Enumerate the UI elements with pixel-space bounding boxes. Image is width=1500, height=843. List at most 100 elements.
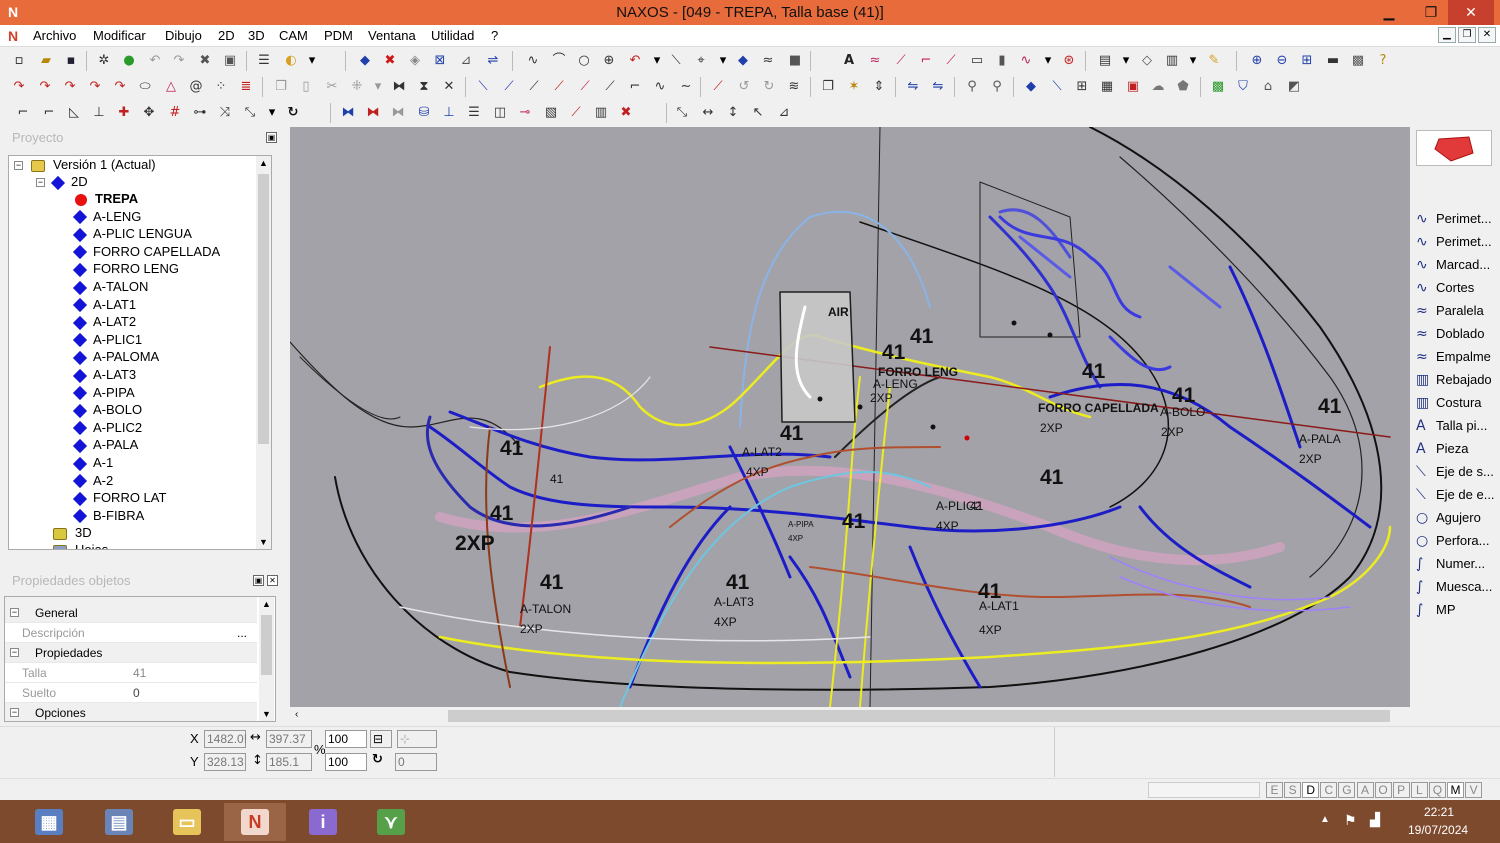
table-icon[interactable]: ▦ [1098, 78, 1116, 96]
columns-dropdown-icon[interactable]: ▾ [1184, 52, 1202, 70]
tree-item-a-lat1[interactable]: A-LAT1 [72, 296, 136, 313]
frame-icon[interactable]: ⊠ [431, 52, 449, 70]
stamp-icon[interactable]: ▮ [993, 52, 1011, 70]
export-dropdown-icon[interactable]: ▾ [1117, 52, 1135, 70]
width-field[interactable]: 397.37 [266, 730, 312, 748]
palette-icon[interactable]: ◐ [282, 52, 300, 70]
expand-version-icon[interactable]: − [14, 161, 23, 170]
circle-icon[interactable]: ○ [575, 52, 593, 70]
h-scroll-left-icon[interactable]: ‹ [295, 709, 298, 720]
line-tool-4-icon[interactable]: ⟋ [550, 78, 568, 96]
menu-2d[interactable]: 2D [218, 28, 235, 43]
array-icon[interactable]: ⁜ [348, 78, 366, 96]
rotate-right-icon[interactable]: ↻ [760, 78, 778, 96]
tool-agujero-button[interactable]: ○ Agujero [1416, 507, 1500, 529]
open-folder-icon[interactable]: ▰ [37, 52, 55, 70]
line-tool-icon[interactable]: ⟍ [474, 78, 492, 96]
image-icon[interactable]: ▩ [1209, 78, 1227, 96]
array-dropdown-icon[interactable]: ▾ [369, 78, 387, 96]
props-scroll-up-icon[interactable]: ▲ [262, 599, 271, 609]
offset-icon[interactable]: ❐ [819, 78, 837, 96]
ellipse-icon[interactable]: ⬭ [136, 78, 154, 96]
wave-icon[interactable]: ∿ [1017, 52, 1035, 70]
dimension-icon[interactable]: ⊥ [90, 104, 108, 122]
section-general[interactable]: − General [5, 603, 257, 623]
palette-dropdown-icon[interactable]: ▾ [303, 52, 321, 70]
anchor-icon[interactable]: ⊥ [440, 104, 458, 122]
tool-muesca-button[interactable]: ∫ Muesca... [1416, 576, 1500, 598]
status-flag-s[interactable]: S [1284, 782, 1302, 798]
status-flag-c[interactable]: C [1320, 782, 1338, 798]
spiral-icon[interactable]: @ [187, 78, 205, 96]
split-icon[interactable]: ⟋ [709, 78, 727, 96]
tree-item-forro-leng[interactable]: FORRO LENG [72, 260, 179, 278]
tree-item-forro-capellada[interactable]: FORRO CAPELLADA [72, 243, 220, 260]
rotate-left-icon[interactable]: ↺ [735, 78, 753, 96]
arc-tool-icon[interactable]: ↷ [10, 78, 28, 96]
menu-utilidad[interactable]: Utilidad [431, 28, 474, 43]
tree-item-a-bolo[interactable]: A-BOLO [72, 401, 142, 418]
hatch-icon[interactable]: ≣ [237, 78, 255, 96]
tool-costura-button[interactable]: ▥ Costura [1416, 392, 1500, 414]
undo-icon[interactable]: ↶ [146, 52, 164, 70]
zoom-in-icon[interactable]: ⊕ [1248, 52, 1266, 70]
expand-2d-icon[interactable]: − [36, 178, 45, 187]
arc-tool-3-icon[interactable]: ↷ [61, 78, 79, 96]
menu-help[interactable]: ? [491, 28, 498, 43]
canvas-h-scrollbar[interactable]: ‹ [290, 707, 1410, 725]
corner-tool-2-icon[interactable]: ⌐ [40, 104, 58, 122]
tree-item-a-plic1[interactable]: A-PLIC1 [72, 331, 142, 348]
line-icon[interactable]: ⟍ [667, 52, 685, 70]
mdi-minimize-button[interactable]: ▁ [1438, 27, 1456, 43]
bars-icon[interactable]: ☰ [465, 104, 483, 122]
remove-icon[interactable]: ✖ [617, 104, 635, 122]
export-icon[interactable]: ▤ [1096, 52, 1114, 70]
refresh-icon[interactable]: ↻ [284, 104, 302, 122]
line-tool-2-icon[interactable]: ⟋ [500, 78, 518, 96]
join-2-icon[interactable]: ⇋ [929, 78, 947, 96]
flag-icon[interactable]: ⚑ [1344, 812, 1357, 829]
tree-node-hojas[interactable]: Hojas [53, 541, 108, 549]
search-icon[interactable]: ⚲ [963, 78, 981, 96]
group-icon[interactable]: ◈ [406, 52, 424, 70]
link-icon[interactable]: ⇌ [484, 52, 502, 70]
drawing-canvas[interactable]: 41 41 41 41 41 FORRO LENG A-LENG 2XP FORRO CAPEL… [290, 127, 1410, 707]
piece-icon[interactable]: ◩ [1285, 78, 1303, 96]
clock-date[interactable]: 19/07/2024 [1408, 823, 1468, 837]
mdi-close-button[interactable]: ✕ [1478, 27, 1496, 43]
graph-icon[interactable]: ▧ [542, 104, 560, 122]
corner-icon[interactable]: ⌐ [917, 52, 935, 70]
print-icon[interactable]: ▩ [1349, 52, 1367, 70]
align-icon[interactable]: ⊞ [1073, 78, 1091, 96]
talla-row[interactable]: Talla 41 [5, 663, 257, 683]
text-tool-icon[interactable]: A [840, 52, 858, 70]
explode-icon[interactable]: ✕ [440, 78, 458, 96]
line-tool-6-icon[interactable]: ⟋ [601, 78, 619, 96]
settings-gear-icon[interactable]: ✲ [95, 52, 113, 70]
properties-icon[interactable]: ▣ [221, 52, 239, 70]
properties-scrollbar[interactable]: ▲ ▼ [259, 597, 274, 721]
line-tool-3-icon[interactable]: ⟋ [525, 78, 543, 96]
deselect-icon[interactable]: ✖ [381, 52, 399, 70]
tree-item-a-plic2[interactable]: A-PLIC2 [72, 419, 142, 436]
tree-item-trepa[interactable]: TREPA [75, 190, 138, 207]
polyline-icon[interactable]: ⌐ [626, 78, 644, 96]
database-icon[interactable]: ⛁ [415, 104, 433, 122]
tool-cortes-button[interactable]: ∿ Cortes [1416, 277, 1500, 299]
link-nodes-icon[interactable]: ⊸ [516, 104, 534, 122]
menu-archivo[interactable]: Archivo [33, 28, 76, 43]
tool-pieza-button[interactable]: A Pieza [1416, 438, 1500, 460]
arc-tool-5-icon[interactable]: ↷ [111, 78, 129, 96]
wave-tool-icon[interactable]: ∼ [677, 78, 695, 96]
diagonal-icon[interactable]: ⟋ [892, 52, 910, 70]
naxos-app-button[interactable]: N [224, 803, 286, 841]
tool-eje-de-s-button[interactable]: ⟍ Eje de s... [1416, 461, 1500, 483]
save-icon[interactable]: ▪ [62, 52, 80, 70]
tool-perfora-button[interactable]: ○ Perfora... [1416, 530, 1500, 552]
menu-modificar[interactable]: Modificar [93, 28, 146, 43]
cross-icon[interactable]: ✚ [115, 104, 133, 122]
target-icon[interactable]: ⊛ [1060, 52, 1078, 70]
tool-talla-pi-button[interactable]: A Talla pi... [1416, 415, 1500, 437]
menu-ventana[interactable]: Ventana [368, 28, 416, 43]
collapse-propiedades-icon[interactable]: − [10, 648, 19, 657]
